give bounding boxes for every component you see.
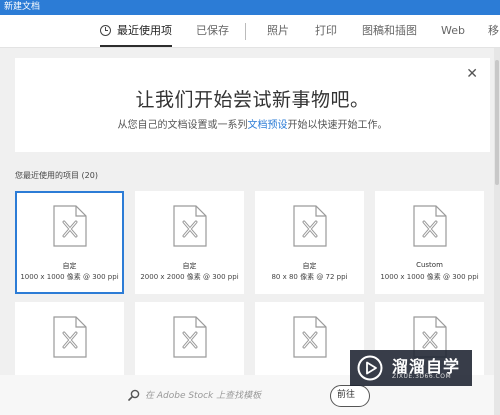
tab-photo[interactable]: 照片 <box>267 15 289 47</box>
play-logo-icon <box>357 355 383 381</box>
document-presets-link[interactable]: 文档预设 <box>248 120 288 131</box>
preset-detail: 2000 x 2000 像素 @ 300 ppi <box>140 273 239 281</box>
document-icon <box>412 205 447 247</box>
tab-art-illustration[interactable]: 图稿和插图 <box>362 15 417 47</box>
window-titlebar: 新建文档 <box>0 0 500 15</box>
recent-label-text: 您最近使用的项目 <box>15 171 79 180</box>
watermark-url: ZIXUE.3D66.COM <box>392 373 452 380</box>
search-icon <box>128 389 140 401</box>
tab-label: 已保存 <box>196 24 229 37</box>
stock-search-input[interactable]: 在 Adobe Stock 上查找模板 <box>145 388 261 401</box>
preset-name: Custom <box>416 261 443 269</box>
tab-label: 打印 <box>315 24 337 37</box>
preset-detail: 1000 x 1000 像素 @ 300 ppi <box>20 273 119 281</box>
document-icon <box>52 316 87 358</box>
scroll-thumb[interactable] <box>495 60 499 185</box>
tab-mobile[interactable]: 移 <box>488 15 499 47</box>
clock-icon <box>100 25 111 36</box>
subtitle-text: 从您自己的文档设置或一系列 <box>117 120 248 131</box>
tab-divider <box>245 23 246 40</box>
recent-count: (20) <box>81 171 98 180</box>
recent-items-label: 您最近使用的项目 (20) <box>15 170 98 181</box>
welcome-subtitle: 从您自己的文档设置或一系列文档预设开始以快速开始工作。 <box>15 116 490 131</box>
tab-label: 图稿和插图 <box>362 24 417 37</box>
document-icon <box>52 205 87 247</box>
welcome-title: 让我们开始尝试新事物吧。 <box>135 89 370 111</box>
tab-label: 照片 <box>267 24 289 37</box>
close-icon[interactable]: ✕ <box>466 66 478 82</box>
window-title: 新建文档 <box>4 2 41 12</box>
vertical-scrollbar[interactable] <box>494 48 500 415</box>
preset-detail: 80 x 80 像素 @ 72 ppi <box>271 273 348 281</box>
tab-print[interactable]: 打印 <box>315 15 337 47</box>
preset-name: 自定 <box>62 262 77 270</box>
document-icon <box>292 205 327 247</box>
document-icon <box>172 316 207 358</box>
recent-preset-card[interactable]: Custom 1000 x 1000 像素 @ 300 ppi <box>375 191 484 294</box>
preset-tab-bar: 最近使用项 已保存 照片 打印 图稿和插图 Web 移 <box>0 15 500 48</box>
recent-preset-card[interactable]: 自定 1000 x 1000 像素 @ 300 ppi <box>15 191 124 294</box>
tab-label: Web <box>441 24 465 37</box>
tab-web[interactable]: Web <box>441 15 465 47</box>
document-icon <box>172 205 207 247</box>
preset-detail: 1000 x 1000 像素 @ 300 ppi <box>380 273 479 281</box>
watermark-logo: 溜溜自学 ZIXUE.3D66.COM <box>350 350 472 386</box>
document-icon <box>292 316 327 358</box>
tab-label: 最近使用项 <box>117 24 172 37</box>
tab-recent[interactable]: 最近使用项 <box>100 15 172 47</box>
tab-saved[interactable]: 已保存 <box>196 15 229 47</box>
recent-preset-card[interactable]: 自定 80 x 80 像素 @ 72 ppi <box>255 191 364 294</box>
welcome-panel: ✕ 让我们开始尝试新事物吧。 从您自己的文档设置或一系列文档预设开始以快速开始工… <box>15 58 490 152</box>
recent-preset-card[interactable]: 自定 2000 x 2000 像素 @ 300 ppi <box>135 191 244 294</box>
tab-label: 移 <box>488 24 499 37</box>
subtitle-text: 开始以快速开始工作。 <box>287 120 388 131</box>
preset-name: 自定 <box>302 262 317 270</box>
go-button[interactable]: 前往 <box>330 385 370 407</box>
preset-name: 自定 <box>182 262 197 270</box>
